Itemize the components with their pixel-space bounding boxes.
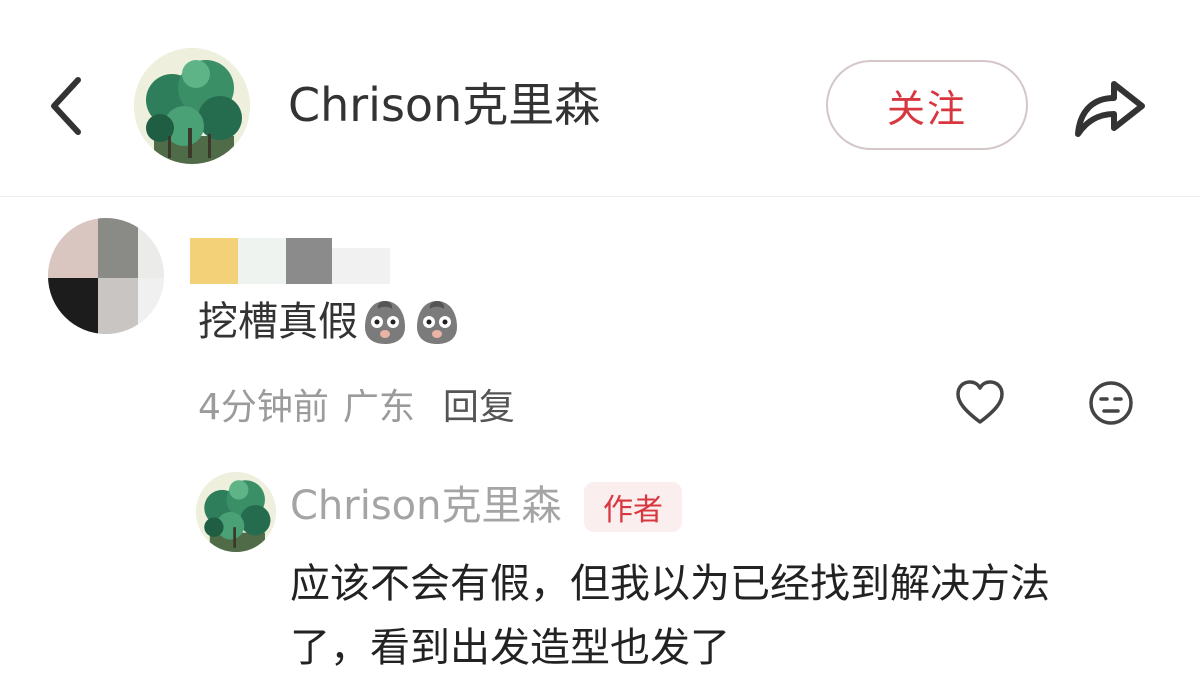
share-button[interactable] <box>1068 68 1150 144</box>
top-bar: Chrison克里森 关注 <box>0 0 1200 197</box>
reply-author-avatar[interactable] <box>196 472 276 552</box>
comment-time: 4分钟前 <box>198 387 329 428</box>
shocked-face-emoji-icon <box>417 301 457 344</box>
dislike-button[interactable] <box>1086 378 1136 428</box>
chevron-left-icon <box>51 77 81 135</box>
tree-illustration-icon <box>134 48 250 164</box>
comment-body: 挖槽真假 <box>198 294 462 350</box>
blurred-avatar-icon <box>48 218 164 334</box>
tree-illustration-icon <box>196 472 276 552</box>
comment-text: 挖槽真假 <box>198 299 358 345</box>
like-button[interactable] <box>954 378 1006 428</box>
reply-text: 应该不会有假，但我以为已经找到解决方法 了，看到出发造型也发了 <box>290 561 1050 671</box>
comment-meta: 4分钟前 广东 回复 <box>198 378 515 430</box>
author-name[interactable]: Chrison克里森 <box>288 76 600 134</box>
heart-icon <box>956 380 1004 424</box>
unamused-face-icon <box>1089 381 1133 425</box>
author-badge: 作者 <box>584 482 682 532</box>
comment-location: 广东 <box>342 387 415 428</box>
mosaic-redaction-icon <box>190 238 390 284</box>
author-avatar[interactable] <box>134 48 250 164</box>
follow-button[interactable]: 关注 <box>826 60 1028 150</box>
reply-author-name[interactable]: Chrison克里森 <box>290 480 562 532</box>
shocked-face-emoji-icon <box>365 301 405 344</box>
commenter-avatar[interactable] <box>48 218 164 334</box>
reply-button[interactable]: 回复 <box>443 378 515 430</box>
commenter-name-redacted <box>190 238 390 288</box>
share-arrow-icon <box>1075 81 1145 137</box>
back-button[interactable] <box>40 70 96 142</box>
